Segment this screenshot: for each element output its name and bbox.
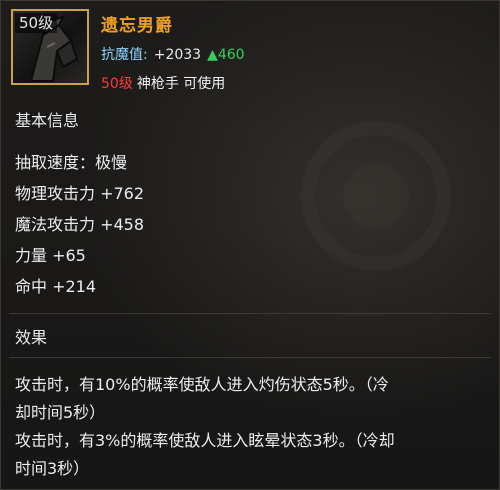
effects-text: 攻击时，有10%的概率使敌人进入灼伤状态5秒。（冷 却时间5秒） 攻击时，有3%… bbox=[15, 371, 487, 483]
item-level-badge: 50级 bbox=[15, 13, 58, 33]
item-tooltip: 50级 遗忘男爵 抗魔值: +2033 ▲460 50级 神枪手 可使用 基本信息 抽… bbox=[0, 0, 500, 490]
class-requirement-row: 50级 神枪手 可使用 bbox=[101, 73, 225, 93]
effect-line: 时间3秒） bbox=[15, 459, 90, 478]
magic-resist-label: 抗魔值: bbox=[101, 47, 148, 63]
magic-resist-bonus: ▲460 bbox=[207, 47, 245, 63]
stat-line-strength: 力量 +65 bbox=[15, 246, 86, 265]
stat-line-magic-attack: 魔法攻击力 +458 bbox=[15, 215, 145, 234]
effect-line: 攻击时，有3%的概率使敌人进入眩晕状态3秒。（冷却 bbox=[15, 431, 395, 450]
section-divider bbox=[9, 357, 491, 358]
stat-line-accuracy: 命中 +214 bbox=[15, 277, 97, 296]
background-emblem bbox=[301, 121, 451, 271]
stat-line-physical-attack: 物理攻击力 +762 bbox=[15, 184, 145, 203]
magic-resist-row: 抗魔值: +2033 ▲460 bbox=[101, 44, 245, 64]
item-name: 遗忘男爵 bbox=[101, 16, 173, 36]
effect-line: 攻击时，有10%的概率使敌人进入灼伤状态5秒。（冷 bbox=[15, 375, 389, 394]
effects-title: 效果 bbox=[15, 328, 48, 347]
stat-line-extraction-speed: 抽取速度：极慢 bbox=[15, 153, 128, 172]
section-divider bbox=[9, 313, 491, 314]
item-icon[interactable]: 50级 bbox=[11, 9, 89, 85]
stats-list: 抽取速度：极慢 物理攻击力 +762 魔法攻击力 +458 力量 +65 命中 … bbox=[15, 147, 144, 302]
effect-line: 却时间5秒） bbox=[15, 403, 106, 422]
required-level: 50级 bbox=[101, 76, 133, 92]
magic-resist-value: +2033 bbox=[153, 47, 202, 63]
class-requirement: 神枪手 可使用 bbox=[136, 76, 226, 92]
basic-info-title: 基本信息 bbox=[15, 111, 80, 130]
